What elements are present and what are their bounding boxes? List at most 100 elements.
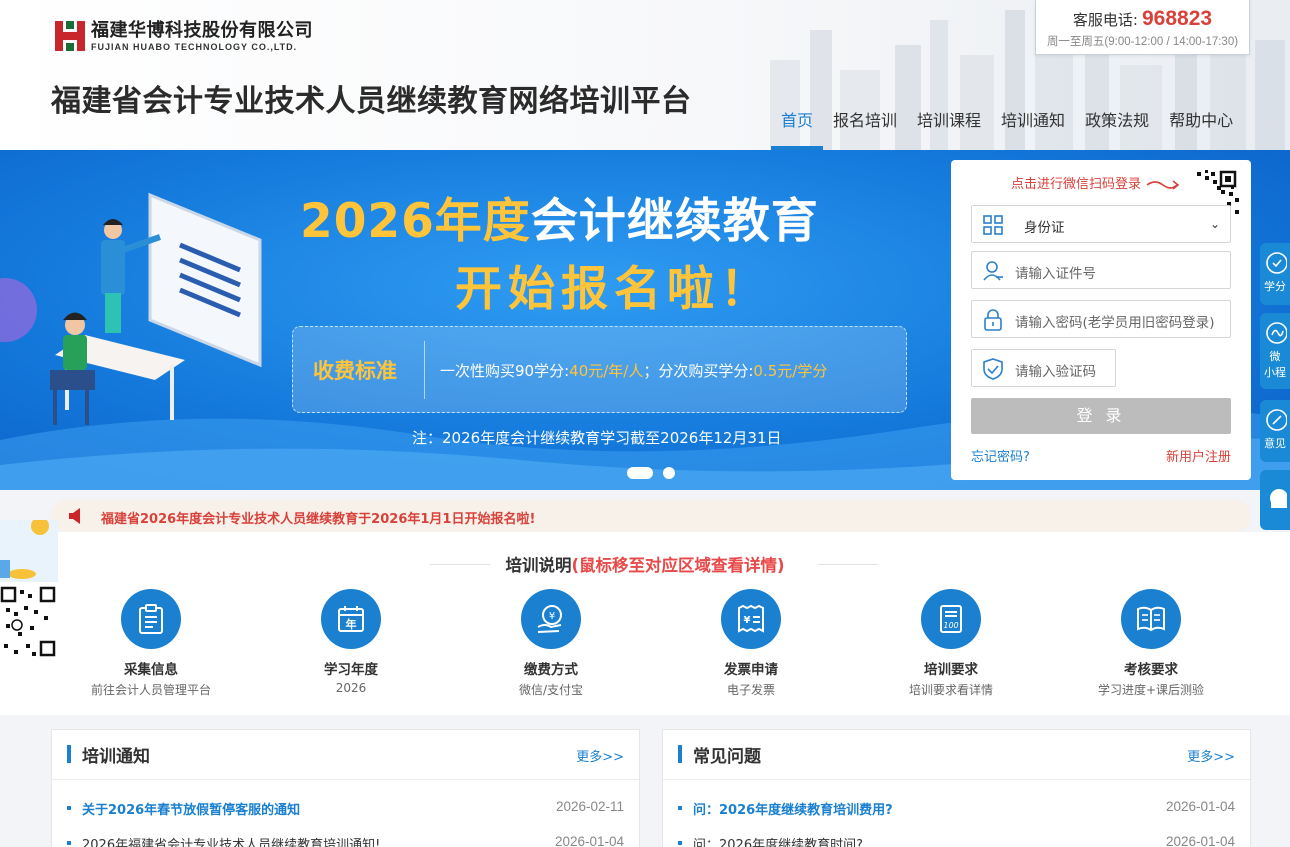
training-item-name: 培训要求 — [924, 662, 978, 678]
fee-price-annual: 40元/年/人 — [569, 362, 644, 380]
training-item-requirements[interactable]: 100 培训要求 培训要求看详情 — [861, 589, 1041, 698]
register-link[interactable]: 新用户注册 — [1166, 446, 1231, 465]
panel-accent-bar — [678, 745, 682, 763]
hotline-box: 客服电话: 968823 周一至周五(9:00-12:00 / 14:00-17:… — [1035, 0, 1250, 55]
side-tab-credits-label: 学分 — [1264, 280, 1286, 293]
company-logo[interactable]: 福建华博科技股份有限公司 FUJIAN HUABO TECHNOLOGY CO.… — [53, 19, 313, 53]
training-item-assessment[interactable]: 考核要求 学习进度+课后测验 — [1061, 589, 1241, 698]
training-item-invoice[interactable]: ¥ 发票申请 电子发票 — [661, 589, 841, 698]
fee-part2: ；分次购买学分: — [643, 362, 754, 380]
faq-panel: 常见问题 更多>> 问：2026年度继续教育培训费用? 2026-01-04 问… — [662, 729, 1251, 847]
calendar-year-icon: 年 — [338, 606, 364, 632]
fee-details: 一次性购买90学分:40元/年/人；分次购买学分:0.5元/学分 — [440, 360, 827, 381]
captcha-field[interactable]: 请输入验证码 — [971, 349, 1116, 387]
training-item-sub: 电子发票 — [726, 683, 775, 697]
announcement-bar[interactable]: 福建省2026年度会计专业技术人员继续教育于2026年1月1日开始报名啦! — [51, 500, 1251, 532]
list-item-date: 2026-01-04 — [1165, 834, 1235, 847]
password-placeholder: 请输入密码(老学员用旧密码登录) — [1015, 315, 1215, 331]
svg-text:年: 年 — [346, 617, 357, 631]
list-item-title[interactable]: 问：2026年度继续教育时间? — [693, 834, 863, 847]
bullet — [678, 841, 682, 845]
nav-help[interactable]: 帮助中心 — [1159, 108, 1243, 150]
list-item-title[interactable]: 关于2026年春节放假暂停客服的通知 — [82, 799, 300, 818]
side-tab-credits[interactable]: 学分 — [1260, 243, 1290, 305]
svg-text:100: 100 — [943, 621, 958, 630]
arrow-icon — [1146, 179, 1180, 190]
training-item-payment[interactable]: ¥ 缴费方式 微信/支付宝 — [461, 589, 641, 698]
list-item[interactable]: 2026年福建省会计专业技术人员继续教育培训通知! 2026-01-04 — [67, 834, 624, 847]
list-item[interactable]: 问：2026年度继续教育培训费用? 2026-01-04 — [678, 799, 1235, 819]
id-number-field[interactable]: 请输入证件号 — [971, 251, 1231, 289]
user-icon — [983, 261, 1003, 281]
logo-company-name-en: FUJIAN HUABO TECHNOLOGY CO.,LTD. — [91, 41, 298, 52]
carousel-dot-1[interactable] — [627, 467, 653, 479]
nav-enroll[interactable]: 报名培训 — [823, 108, 907, 150]
panel-title: 常见问题 — [693, 747, 761, 767]
training-notices-panel: 培训通知 更多>> 关于2026年春节放假暂停客服的通知 2026-02-11 … — [51, 729, 640, 847]
chevron-down-icon: ⌄ — [1209, 217, 1220, 231]
mini-program-icon — [1266, 322, 1288, 344]
training-item-sub: 微信/支付宝 — [518, 683, 584, 697]
wechat-login-tip[interactable]: 点击进行微信扫码登录 — [1011, 173, 1181, 192]
training-item-sub: 2026 — [335, 681, 367, 695]
side-tab-mini-label2: 小程 — [1264, 366, 1286, 379]
training-info-section: 培训说明(鼠标移至对应区域查看详情) 采集信息 前往会计人员管理平台 年 学习年… — [0, 532, 1290, 715]
list-item[interactable]: 问：2026年度继续教育时间? 2026-01-04 — [678, 834, 1235, 847]
nav-courses[interactable]: 培训课程 — [907, 108, 991, 150]
nav-policies[interactable]: 政策法规 — [1075, 108, 1159, 150]
training-item-collect-info[interactable]: 采集信息 前往会计人员管理平台 — [61, 589, 241, 698]
more-link[interactable]: 更多>> — [1187, 746, 1235, 765]
training-item-name: 缴费方式 — [524, 662, 578, 678]
forgot-password-link[interactable]: 忘记密码? — [971, 446, 1030, 465]
side-tab-miniprogram[interactable]: 微 小程 — [1260, 313, 1290, 389]
list-item-title[interactable]: 2026年福建省会计专业技术人员继续教育培训通知! — [82, 834, 380, 847]
logo-company-name: 福建华博科技股份有限公司 — [91, 19, 313, 41]
hotline-hours: 周一至周五(9:00-12:00 / 14:00-17:30) — [1046, 36, 1239, 48]
fee-label: 收费标准 — [313, 359, 397, 383]
login-card: 点击进行微信扫码登录 身份证 ⌄ 请输入证件号 请输入密码(老学员用旧密码登录)… — [951, 160, 1251, 480]
banner-title-rest: 会计继续教育 — [530, 194, 819, 249]
side-tab-feedback-label: 意见 — [1264, 437, 1286, 450]
svg-text:¥: ¥ — [744, 615, 751, 626]
bullet — [678, 806, 682, 810]
training-item-name: 发票申请 — [724, 662, 778, 678]
payment-hand-icon: ¥ — [537, 605, 562, 633]
fee-price-per-credit: 0.5元/学分 — [753, 362, 828, 380]
password-field[interactable]: 请输入密码(老学员用旧密码登录) — [971, 300, 1231, 338]
nav-notices[interactable]: 培训通知 — [991, 108, 1075, 150]
training-section-title: 培训说明(鼠标移至对应区域查看详情) — [0, 552, 1290, 576]
list-item-date: 2026-01-04 — [554, 834, 624, 847]
training-item-study-year[interactable]: 年 学习年度 2026 — [261, 589, 441, 695]
teacher-illustration — [50, 192, 262, 425]
more-link[interactable]: 更多>> — [576, 746, 624, 765]
panel-accent-bar — [67, 745, 71, 763]
floating-qr-code[interactable] — [0, 520, 60, 665]
shield-check-icon — [983, 358, 1003, 380]
banner-title-line1: 2026年度会计继续教育 — [300, 182, 819, 251]
id-type-select[interactable]: 身份证 ⌄ — [971, 205, 1231, 243]
carousel-dot-2[interactable] — [663, 467, 675, 479]
nav-home[interactable]: 首页 — [771, 108, 824, 150]
invoice-icon: ¥ — [738, 604, 764, 633]
hotline-label: 客服电话: — [1072, 11, 1138, 29]
side-tab-feedback[interactable]: 意见 — [1260, 400, 1290, 462]
purple-orb-decoration — [0, 278, 37, 342]
open-book-icon — [1137, 606, 1165, 632]
training-title-hint: (鼠标移至对应区域查看详情) — [571, 556, 785, 575]
grid-icon — [983, 215, 1003, 235]
side-tab-service[interactable] — [1260, 470, 1290, 530]
training-item-name: 考核要求 — [1124, 662, 1178, 678]
list-item-title[interactable]: 问：2026年度继续教育培训费用? — [693, 799, 893, 818]
svg-text:¥: ¥ — [549, 611, 555, 622]
fee-part1: 一次性购买90学分: — [440, 362, 570, 380]
training-item-name: 学习年度 — [324, 662, 378, 678]
huabo-logo-icon — [55, 21, 85, 51]
speaker-icon — [69, 508, 80, 524]
list-item[interactable]: 关于2026年春节放假暂停客服的通知 2026-02-11 — [67, 799, 624, 819]
cloud-icon — [1270, 489, 1288, 508]
hotline-number: 968823 — [1141, 7, 1213, 30]
login-button[interactable]: 登 录 — [971, 398, 1231, 434]
panel-title: 培训通知 — [82, 747, 150, 767]
id-number-placeholder: 请输入证件号 — [1015, 266, 1096, 282]
list-item-date: 2026-02-11 — [555, 799, 624, 814]
